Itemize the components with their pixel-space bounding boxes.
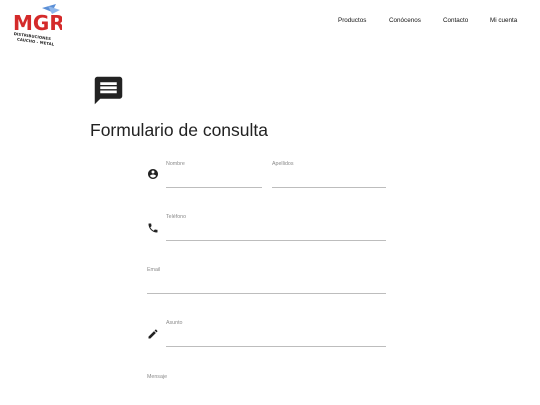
phone-icon <box>147 221 159 239</box>
asunto-input[interactable] <box>166 329 386 341</box>
telefono-field: Teléfono <box>166 214 386 241</box>
nav-link-productos[interactable]: Productos <box>338 17 378 24</box>
nombre-field: Nombre <box>166 161 262 188</box>
nav-link-conocenos[interactable]: Conócenos <box>389 17 429 24</box>
account-circle-icon <box>147 167 159 185</box>
asunto-field: Asunto <box>166 320 386 347</box>
telefono-input[interactable] <box>166 223 386 235</box>
nombre-input[interactable] <box>166 170 262 182</box>
nav-link-mi-cuenta[interactable]: Mi cuenta <box>490 17 530 24</box>
nombre-label: Nombre <box>166 161 185 167</box>
apellidos-input[interactable] <box>272 170 386 182</box>
brand-logo[interactable]: MGR DISTRIBUCIONES CAUCHO - METAL <box>12 4 62 48</box>
pencil-icon <box>147 327 159 345</box>
apellidos-field: Apellidos <box>272 161 386 188</box>
mensaje-input[interactable] <box>147 383 386 395</box>
mensaje-label: Mensaje <box>147 374 168 380</box>
page-title: Formulario de consulta <box>90 120 268 140</box>
email-input[interactable] <box>147 276 386 288</box>
nombre-underline <box>166 187 262 188</box>
message-icon <box>92 74 125 112</box>
telefono-underline <box>166 240 386 241</box>
apellidos-underline <box>272 187 386 188</box>
nav-link-contacto[interactable]: Contacto <box>443 17 483 24</box>
asunto-underline <box>166 346 386 347</box>
telefono-label: Teléfono <box>166 214 187 220</box>
email-field: Email <box>147 267 386 294</box>
logo-caption: DISTRIBUCIONES CAUCHO - METAL <box>13 31 74 49</box>
email-label: Email <box>147 267 161 273</box>
asunto-label: Asunto <box>166 320 183 326</box>
apellidos-label: Apellidos <box>272 161 294 167</box>
email-underline <box>147 293 386 294</box>
mensaje-field: Mensaje <box>147 374 386 405</box>
